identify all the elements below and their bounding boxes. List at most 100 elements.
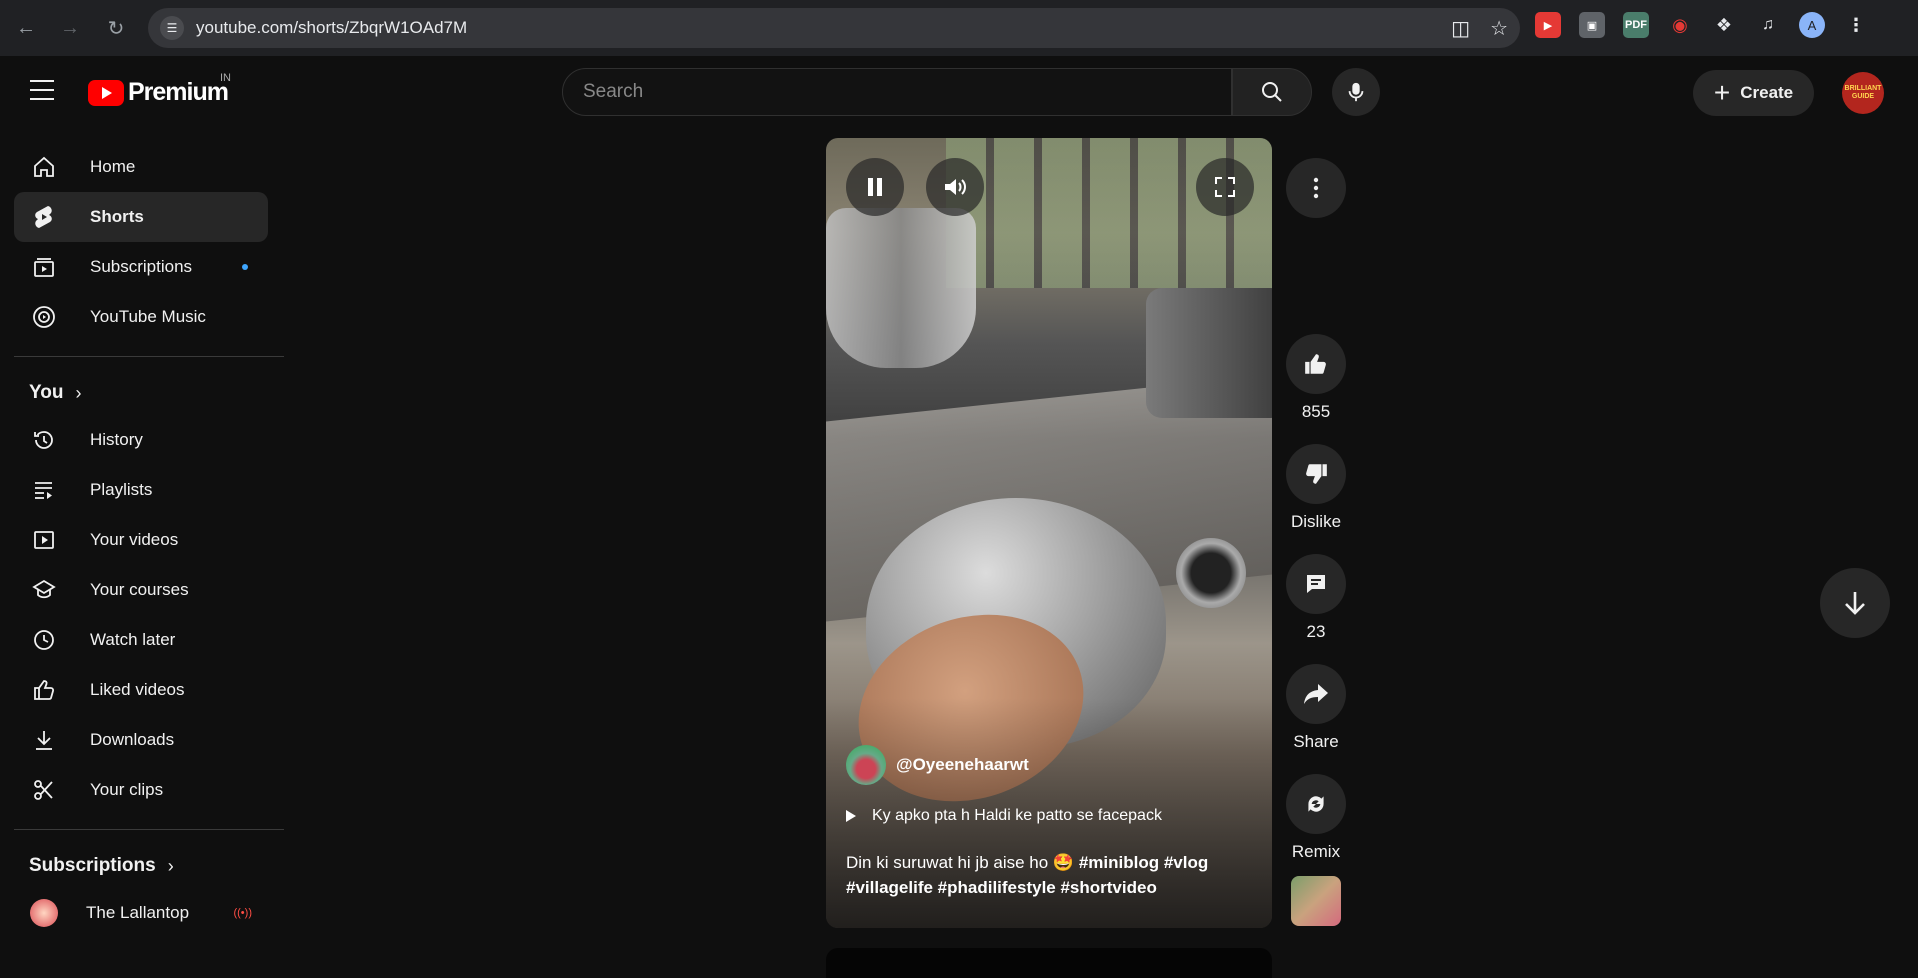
next-short-button[interactable] xyxy=(1820,568,1890,638)
home-icon xyxy=(30,153,58,181)
you-section-header[interactable]: You › xyxy=(29,371,284,415)
puzzle-extensions-icon[interactable]: ❖ xyxy=(1711,12,1737,38)
fullscreen-icon xyxy=(1215,177,1235,197)
remix-button[interactable] xyxy=(1286,774,1346,834)
pdf-extension-icon[interactable]: PDF xyxy=(1623,12,1649,38)
dislike-button[interactable] xyxy=(1286,444,1346,504)
sound-thumbnail[interactable] xyxy=(1291,876,1341,926)
sidebar-item-subscriptions[interactable]: Subscriptions xyxy=(14,242,268,292)
subscriptions-icon xyxy=(30,253,58,281)
sidebar-item-watch-later[interactable]: Watch later xyxy=(14,615,268,665)
dislike-label: Dislike xyxy=(1290,512,1342,531)
channel-avatar[interactable] xyxy=(846,745,886,785)
share-icon xyxy=(1304,684,1328,704)
sidebar-item-history[interactable]: History xyxy=(14,415,268,465)
site-info-icon[interactable]: ☰ xyxy=(160,16,184,40)
youtube-header: Premium IN + Create BRILLIANT GUIDE xyxy=(0,56,1918,128)
account-avatar[interactable]: BRILLIANT GUIDE xyxy=(1842,72,1884,114)
youtube-premium-logo[interactable]: Premium IN xyxy=(88,72,231,107)
sidebar-item-label: Subscriptions xyxy=(90,257,193,276)
thumbs-up-icon xyxy=(30,676,58,704)
voice-search-button[interactable] xyxy=(1332,68,1380,116)
sidebar-item-downloads[interactable]: Downloads xyxy=(14,715,268,765)
short-video-player[interactable]: @Oyeenehaarwt Ky apko pta h Haldi ke pat… xyxy=(826,138,1272,928)
subscriptions-section-header[interactable]: Subscriptions › xyxy=(29,844,284,888)
install-app-icon[interactable]: ◫ xyxy=(1451,16,1470,41)
sidebar-item-playlists[interactable]: Playlists xyxy=(14,465,268,515)
volume-icon xyxy=(945,179,966,195)
more-options-button[interactable] xyxy=(1286,158,1346,218)
browser-profile-avatar[interactable]: A xyxy=(1799,12,1825,38)
browser-menu-icon[interactable]: ⋮ xyxy=(1843,12,1869,38)
media-control-icon[interactable]: ♫ xyxy=(1755,12,1781,38)
youtube-music-icon xyxy=(30,303,58,331)
like-count: 855 xyxy=(1301,402,1331,421)
more-vertical-icon xyxy=(1313,177,1319,199)
sidebar-item-your-clips[interactable]: Your clips xyxy=(14,765,268,815)
history-icon xyxy=(30,426,58,454)
fullscreen-button[interactable] xyxy=(1196,158,1254,216)
music-title[interactable]: Ky apko pta h Haldi ke patto se facepack xyxy=(872,807,1162,825)
sidebar-item-your-courses[interactable]: Your courses xyxy=(14,565,268,615)
comments-button[interactable] xyxy=(1286,554,1346,614)
video-frame-kettle xyxy=(826,208,976,368)
sidebar-item-youtube-music[interactable]: YouTube Music xyxy=(14,292,268,342)
chevron-right-icon: › xyxy=(167,855,174,876)
short-caption: Din ki suruwat hi jb aise ho 🤩 #miniblog… xyxy=(846,850,1256,900)
sidebar-item-your-videos[interactable]: Your videos xyxy=(14,515,268,565)
address-bar[interactable]: ☰ youtube.com/shorts/ZbqrW1OAd7M ◫ ☆ xyxy=(148,8,1520,48)
thumbs-up-icon xyxy=(1305,354,1326,374)
video-frame-knob xyxy=(1176,538,1246,608)
sidebar-item-shorts[interactable]: Shorts xyxy=(14,192,268,242)
you-title: You xyxy=(29,382,64,403)
bookmark-star-icon[interactable]: ☆ xyxy=(1490,16,1508,41)
back-icon[interactable]: ← xyxy=(8,10,44,46)
play-icon xyxy=(846,810,856,822)
short-actions: 855 Dislike 23 Share Remix xyxy=(1286,158,1346,926)
share-label: Share xyxy=(1293,732,1339,751)
extensions-area: ▶ ▣ PDF ◉ ❖ ♫ A ⋮ xyxy=(1535,12,1869,38)
sidebar-divider xyxy=(14,356,284,357)
reload-icon[interactable]: ↻ xyxy=(98,10,134,46)
share-button[interactable] xyxy=(1286,664,1346,724)
sidebar-item-liked-videos[interactable]: Liked videos xyxy=(14,665,268,715)
download-icon xyxy=(30,726,58,754)
sidebar-item-label: YouTube Music xyxy=(90,307,206,326)
search-icon xyxy=(1262,82,1282,102)
caption-text: Din ki suruwat hi jb aise ho 🤩 xyxy=(846,853,1079,872)
sidebar-item-label: Home xyxy=(90,157,136,176)
extension-play-icon[interactable]: ◉ xyxy=(1667,12,1693,38)
extension-red-icon[interactable]: ▶ xyxy=(1535,12,1561,38)
sidebar-divider xyxy=(14,829,284,830)
hamburger-menu-icon[interactable] xyxy=(30,80,54,100)
extension-window-icon[interactable]: ▣ xyxy=(1579,12,1605,38)
video-frame-pot xyxy=(1146,288,1272,418)
like-button[interactable] xyxy=(1286,334,1346,394)
logo-text: Premium xyxy=(128,78,229,106)
pause-button[interactable] xyxy=(846,158,904,216)
channel-info[interactable]: @Oyeenehaarwt xyxy=(846,745,1029,785)
new-content-dot xyxy=(242,264,248,270)
sidebar-item-channel[interactable]: The Lallantop ((•)) xyxy=(14,888,268,938)
forward-icon[interactable]: → xyxy=(52,10,88,46)
search-input[interactable] xyxy=(583,81,1231,103)
search-button[interactable] xyxy=(1232,68,1312,116)
search-box xyxy=(562,68,1232,116)
sidebar-item-home[interactable]: Home xyxy=(14,142,268,192)
comment-count: 23 xyxy=(1306,622,1326,641)
next-short-preview[interactable] xyxy=(826,948,1272,978)
channel-handle[interactable]: @Oyeenehaarwt xyxy=(896,755,1029,775)
remix-icon xyxy=(1308,796,1324,812)
sound-link[interactable]: Ky apko pta h Haldi ke patto se facepack xyxy=(846,807,1162,825)
arrow-down-icon xyxy=(1845,592,1865,615)
sidebar-item-label: Your courses xyxy=(90,580,189,599)
remix-label: Remix xyxy=(1291,842,1341,861)
your-videos-icon xyxy=(30,526,58,554)
live-broadcast-icon: ((•)) xyxy=(233,907,252,919)
thumbs-down-icon xyxy=(1306,464,1327,484)
sidebar-item-label: Your videos xyxy=(90,530,179,549)
url-text[interactable]: youtube.com/shorts/ZbqrW1OAd7M xyxy=(196,18,467,38)
create-button[interactable]: + Create xyxy=(1693,70,1814,116)
chevron-right-icon: › xyxy=(75,382,82,403)
volume-button[interactable] xyxy=(926,158,984,216)
